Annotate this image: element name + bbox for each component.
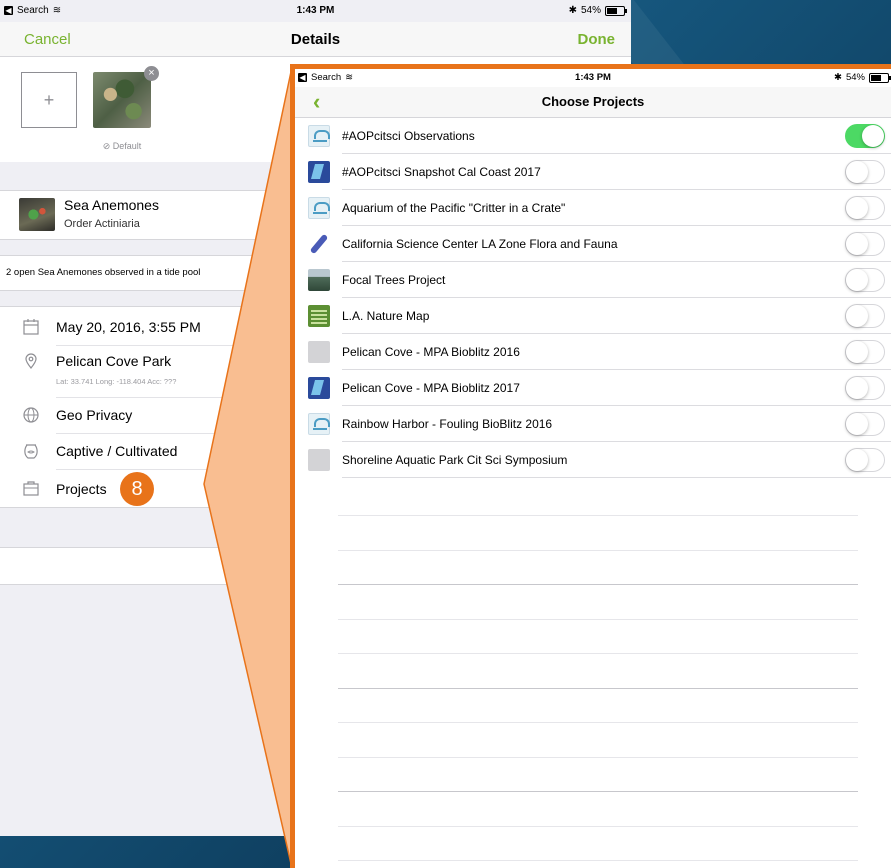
bluetooth-icon: ✱: [568, 5, 577, 16]
empty-row-divider: [338, 757, 858, 758]
focal-trees-icon: [308, 269, 330, 291]
project-toggle[interactable]: [845, 196, 885, 220]
nav-bar: ‹ Choose Projects: [295, 87, 891, 118]
species-name: Sea Anemones: [64, 197, 159, 213]
page-title: Details: [290, 31, 341, 48]
calendar-icon: [23, 319, 39, 335]
project-row[interactable]: California Science Center LA Zone Flora …: [295, 226, 891, 262]
toggle-knob: [862, 125, 884, 147]
species-thumbnail: [19, 198, 55, 231]
project-row[interactable]: Rainbow Harbor - Fouling BioBlitz 2016: [295, 406, 891, 442]
nav-bar: Cancel Details Done: [0, 22, 631, 57]
step-number-badge: 8: [120, 472, 154, 506]
location-pin-icon: [25, 353, 37, 369]
project-name: #AOPcitsci Snapshot Cal Coast 2017: [342, 165, 541, 179]
toggle-knob: [846, 413, 868, 435]
aop-logo-icon: [308, 125, 330, 147]
placeholder-icon: [308, 449, 330, 471]
project-name: Rainbow Harbor - Fouling BioBlitz 2016: [342, 417, 553, 431]
empty-row-divider: [338, 860, 858, 861]
projects-label: Projects: [56, 481, 107, 497]
snapshot-cal-icon: [308, 377, 330, 399]
add-photo-button[interactable]: +: [21, 72, 77, 128]
project-row[interactable]: Pelican Cove - MPA Bioblitz 2017: [295, 370, 891, 406]
choose-projects-screen: ◀ Search ≋ 1:43 PM ✱ 54% ‹ Choose Projects …: [290, 64, 891, 868]
project-row[interactable]: Focal Trees Project: [295, 262, 891, 298]
project-toggle[interactable]: [845, 268, 885, 292]
project-name: Pelican Cove - MPA Bioblitz 2016: [342, 345, 520, 359]
toggle-knob: [846, 197, 868, 219]
project-toggle[interactable]: [845, 340, 885, 364]
battery-percent: 54%: [845, 72, 865, 83]
species-taxon: Order Actiniaria: [64, 218, 140, 230]
aop-logo-icon: [308, 197, 330, 219]
bluetooth-icon: ✱: [834, 72, 842, 83]
briefcase-icon: [23, 481, 39, 496]
toggle-knob: [846, 233, 868, 255]
empty-row-divider: [338, 584, 858, 585]
coordinates-text: Lat: 33.741 Long: -118.404 Acc: ???: [56, 377, 177, 386]
empty-row-divider: [338, 791, 858, 792]
status-bar: ◀ Search ≋ 1:43 PM ✱ 54%: [295, 69, 891, 89]
captive-label: Captive / Cultivated: [56, 443, 178, 459]
project-name: Aquarium of the Pacific "Critter in a Cr…: [342, 201, 566, 215]
project-toggle[interactable]: [845, 376, 885, 400]
la-nature-map-icon: [308, 305, 330, 327]
toggle-knob: [846, 341, 868, 363]
project-row[interactable]: #AOPcitsci Snapshot Cal Coast 2017: [295, 154, 891, 190]
status-time: 1:43 PM: [575, 72, 611, 83]
snapshot-cal-icon: [308, 161, 330, 183]
project-row[interactable]: Shoreline Aquatic Park Cit Sci Symposium: [295, 442, 891, 478]
empty-row-divider: [338, 653, 858, 654]
project-name: Focal Trees Project: [342, 273, 446, 287]
battery-icon: [605, 5, 627, 16]
project-name: Shoreline Aquatic Park Cit Sci Symposium: [342, 453, 568, 467]
row-divider: [342, 477, 891, 478]
status-time: 1:43 PM: [296, 5, 335, 16]
project-row[interactable]: Aquarium of the Pacific "Critter in a Cr…: [295, 190, 891, 226]
empty-row-divider: [338, 619, 858, 620]
empty-row-divider: [338, 515, 858, 516]
globe-icon: [23, 407, 39, 423]
photo-thumbnail[interactable]: [93, 72, 151, 128]
project-name: California Science Center LA Zone Flora …: [342, 237, 618, 251]
geo-privacy-label: Geo Privacy: [56, 407, 133, 423]
empty-row-divider: [338, 826, 858, 827]
page-title: Choose Projects: [541, 94, 645, 109]
aop-logo-icon: [308, 413, 330, 435]
toggle-knob: [846, 269, 868, 291]
project-toggle[interactable]: [845, 124, 885, 148]
project-toggle[interactable]: [845, 412, 885, 436]
empty-row-divider: [338, 688, 858, 689]
project-name: L.A. Nature Map: [342, 309, 430, 323]
project-toggle[interactable]: [845, 232, 885, 256]
project-row[interactable]: Pelican Cove - MPA Bioblitz 2016: [295, 334, 891, 370]
notes-text: 2 open Sea Anemones observed in a tide p…: [6, 267, 201, 278]
toggle-knob: [846, 377, 868, 399]
project-row[interactable]: L.A. Nature Map: [295, 298, 891, 334]
empty-row-divider: [338, 550, 858, 551]
project-row[interactable]: #AOPcitsci Observations: [295, 118, 891, 154]
project-list: #AOPcitsci Observations #AOPcitsci Snapsh…: [295, 118, 891, 478]
done-button[interactable]: Done: [578, 31, 616, 48]
csc-icon: [308, 233, 330, 255]
remove-photo-icon[interactable]: ×: [144, 66, 159, 81]
toggle-knob: [846, 161, 868, 183]
battery-percent: 54%: [580, 5, 601, 16]
toggle-knob: [846, 449, 868, 471]
project-toggle[interactable]: [845, 160, 885, 184]
default-photo-label: ⊘ Default: [102, 141, 142, 151]
battery-icon: [869, 72, 891, 83]
placeholder-icon: [308, 341, 330, 363]
fishbowl-icon: [24, 444, 38, 459]
status-bar: ◀ Search ≋ 1:43 PM ✱ 54%: [0, 0, 631, 22]
empty-row-divider: [338, 722, 858, 723]
project-name: Pelican Cove - MPA Bioblitz 2017: [342, 381, 520, 395]
project-toggle[interactable]: [845, 304, 885, 328]
location-name: Pelican Cove Park: [56, 353, 172, 369]
date-label: May 20, 2016, 3:55 PM: [56, 319, 201, 335]
toggle-knob: [846, 305, 868, 327]
project-name: #AOPcitsci Observations: [342, 129, 475, 143]
project-toggle[interactable]: [845, 448, 885, 472]
